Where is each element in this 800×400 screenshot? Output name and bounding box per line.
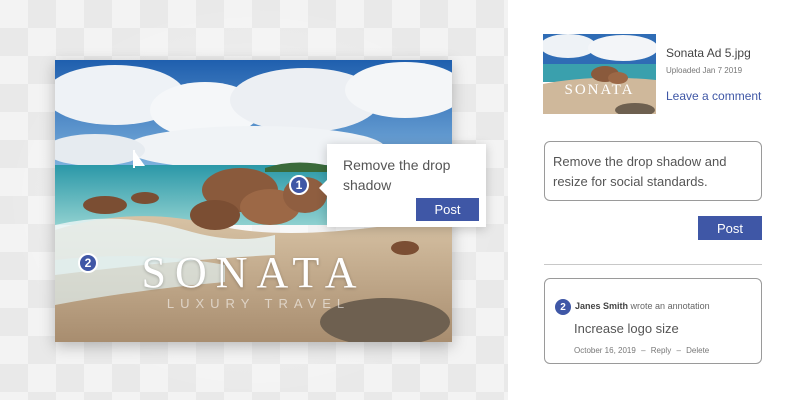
file-name: Sonata Ad 5.jpg <box>666 46 751 60</box>
annotation-marker-1[interactable]: 1 <box>289 175 309 195</box>
popup-post-button[interactable]: Post <box>416 198 479 221</box>
annotation-popup: Remove the drop shadow Post <box>319 144 486 227</box>
meta-separator: – <box>641 346 646 355</box>
annotation-number-badge: 2 <box>555 299 571 315</box>
annotation-meta: October 16, 2019 – Reply – Delete <box>574 346 712 355</box>
file-thumbnail[interactable]: SONATA <box>543 34 656 114</box>
popup-comment-text: Remove the drop shadow <box>343 157 451 193</box>
post-comment-button[interactable]: Post <box>698 216 762 240</box>
upload-date: Uploaded Jan 7 2019 <box>666 66 743 75</box>
divider <box>544 264 762 265</box>
thumbnail-photo <box>543 34 656 114</box>
leave-comment-link[interactable]: Leave a comment <box>666 89 761 103</box>
comment-textarea[interactable]: Remove the drop shadow and resize for so… <box>544 141 762 201</box>
thumbnail-brand-title: SONATA <box>564 82 635 98</box>
annotation-author: Janes Smith <box>575 301 629 311</box>
delete-link[interactable]: Delete <box>686 346 709 355</box>
brand-logo-title: SONATA <box>141 248 366 297</box>
annotation-marker-2[interactable]: 2 <box>78 253 98 273</box>
annotation-date: October 16, 2019 <box>574 346 636 355</box>
meta-separator: – <box>676 346 681 355</box>
annotation-card: 2 Janes Smith wrote an annotation Increa… <box>544 278 762 364</box>
annotation-header: Janes Smith wrote an annotation <box>575 301 710 311</box>
brand-logo-subtitle: LUXURY TRAVEL <box>166 296 351 311</box>
annotation-body: Increase logo size <box>574 321 679 336</box>
annotation-action-text: wrote an annotation <box>630 301 710 311</box>
reply-link[interactable]: Reply <box>651 346 671 355</box>
